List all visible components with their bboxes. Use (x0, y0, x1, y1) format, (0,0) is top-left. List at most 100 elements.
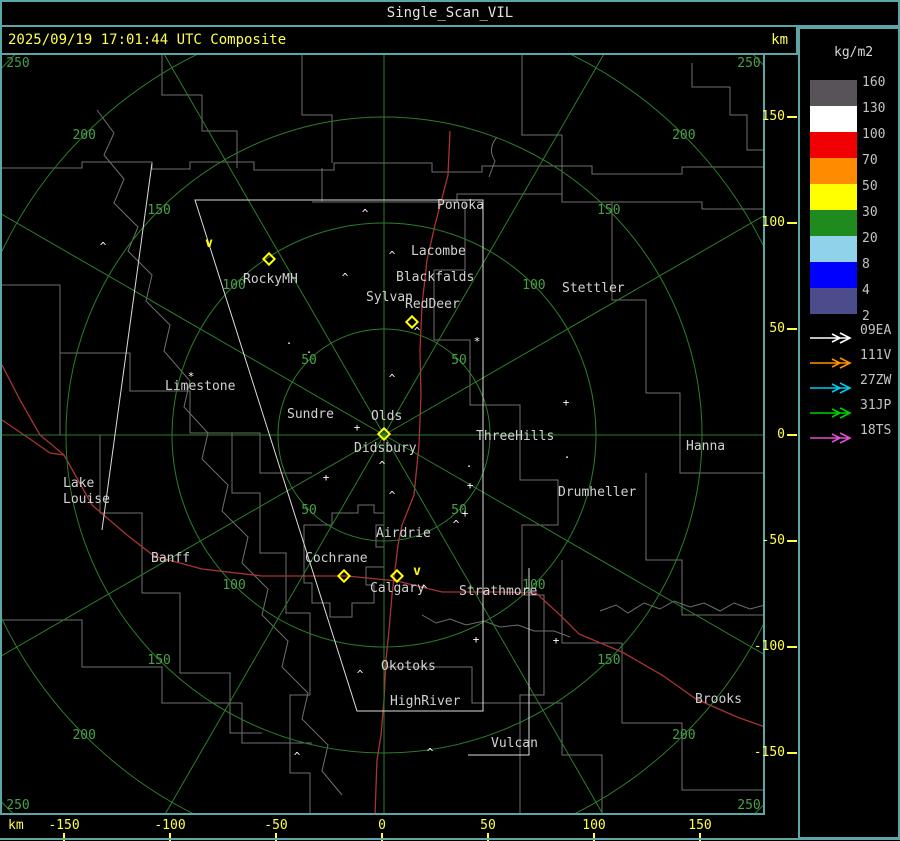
legend-threshold-label: 130 (862, 101, 886, 116)
right-axis-tick-label: -150 (753, 745, 785, 760)
legend-threshold-label: 30 (862, 205, 878, 220)
radar-map-viewport[interactable]: 50 50 50 50 100 100 100 100 150 150 150 150 200 200 20… (0, 55, 765, 815)
range-ring-label: 50 (301, 503, 317, 518)
right-axis-tick (787, 646, 797, 648)
town-marker: ^ (389, 489, 396, 502)
city-label: Hanna (686, 439, 725, 454)
range-ring-label: 150 (147, 653, 170, 668)
right-axis: 150 100 50 0 -50 -100 -150 (754, 55, 798, 815)
city-label: RedDeer (405, 297, 460, 312)
county-boundary-line (691, 63, 763, 151)
town-marker: ^ (362, 207, 369, 220)
bottom-axis-tick-label: 150 (688, 818, 712, 833)
city-label: Louise (63, 492, 110, 507)
city-label: Sundre (287, 407, 334, 422)
right-axis-tick-label: -50 (761, 533, 785, 548)
town-marker: + (473, 633, 480, 646)
track-id-label: 09EA (860, 323, 892, 338)
town-marker: ^ (294, 750, 301, 763)
bottom-axis-unit-label: km (8, 818, 24, 833)
legend-color-swatch (810, 262, 857, 288)
legend-color-swatch (810, 158, 857, 184)
town-marker: * (188, 370, 195, 383)
right-axis-tick-label: 100 (761, 215, 785, 230)
right-axis-tick (787, 328, 797, 330)
county-boundary-line (301, 55, 333, 163)
range-ring-label: 250 (737, 798, 760, 813)
city-label: HighRiver (390, 694, 461, 709)
range-ring-label: 200 (672, 128, 695, 143)
legend-panel: kg/m2 160 130 100 70 50 30 20 8 4 2 09EA 111V 27ZW 31… (798, 27, 900, 839)
page-bottom-border (0, 838, 900, 840)
city-label: Calgary (370, 581, 425, 596)
radial-line (383, 434, 763, 655)
range-ring-label: 200 (672, 728, 695, 743)
town-marker: + (563, 396, 570, 409)
town-marker: ^ (453, 518, 460, 531)
right-axis-unit-label: km (771, 32, 788, 48)
county-boundary-line (96, 109, 343, 796)
track-id-label: 111V (860, 348, 892, 363)
county-boundary-line (161, 55, 238, 168)
track-arrow-icon (810, 432, 852, 444)
town-marker: ^ (100, 240, 107, 253)
legend-color-swatch (810, 80, 857, 106)
county-boundary-line (2, 284, 312, 474)
track-legend-row: 31JP (808, 398, 900, 425)
right-axis-tick (787, 116, 797, 118)
county-boundary-line (2, 619, 312, 744)
right-axis-tick-label: 50 (769, 321, 785, 336)
city-label: Brooks (695, 692, 742, 707)
range-ring-label: 250 (737, 56, 760, 71)
right-axis-tick (787, 752, 797, 754)
track-arrow-icon (810, 407, 852, 419)
legend-threshold-label: 20 (862, 231, 878, 246)
range-ring-label: 200 (72, 128, 95, 143)
city-label: Limestone (165, 379, 236, 394)
window-title: Single_Scan_VIL (386, 5, 514, 21)
legend-color-swatch (810, 106, 857, 132)
city-label: ThreeHills (476, 429, 554, 444)
radial-line (165, 434, 385, 813)
range-ring-label: 50 (451, 353, 467, 368)
legend-color-swatch (810, 236, 857, 262)
right-axis-tick (787, 434, 797, 436)
town-marker: ^ (342, 271, 349, 284)
legend-color-swatch (810, 210, 857, 236)
track-arrow-icon (810, 382, 852, 394)
town-marker: ^ (421, 583, 428, 596)
town-marker: + (323, 471, 330, 484)
track-id-label: 18TS (860, 423, 892, 438)
city-label: Cochrane (305, 551, 368, 566)
town-marker: + (467, 479, 474, 492)
bottom-axis-tick-label: -100 (154, 818, 186, 833)
town-marker: · (466, 460, 473, 473)
legend-threshold-label: 4 (862, 283, 870, 298)
city-label: Ponoka (437, 198, 484, 213)
radar-map[interactable]: 50 5050 50100 100100 100150 150150 150200 20020… (2, 55, 763, 813)
scan-sector-outline (101, 162, 153, 531)
radial-line (164, 55, 385, 436)
town-marker: · (564, 451, 571, 464)
track-legend-row: 111V (808, 348, 900, 375)
right-axis-tick-label: 150 (761, 109, 785, 124)
legend-threshold-label: 2 (862, 309, 870, 324)
track-arrow-icon (810, 332, 852, 344)
storm-vector-marker: v (205, 236, 213, 251)
town-marker: ^ (389, 372, 396, 385)
town-marker: + (462, 507, 469, 520)
county-boundary-line (421, 614, 571, 638)
county-boundary-line (611, 202, 763, 474)
city-label: Didsbury (354, 441, 417, 456)
window-title-bar: Single_Scan_VIL (0, 0, 900, 27)
city-label: Okotoks (381, 659, 436, 674)
track-legend-row: 27ZW (808, 373, 900, 400)
city-label: Drumheller (558, 485, 636, 500)
county-boundary-line (645, 473, 763, 616)
range-ring-label: 150 (597, 653, 620, 668)
bottom-axis-tick-label: -150 (48, 818, 80, 833)
town-marker: ^ (427, 746, 434, 759)
town-marker: * (474, 335, 481, 348)
range-ring-label: 150 (597, 203, 620, 218)
track-id-label: 27ZW (860, 373, 892, 388)
